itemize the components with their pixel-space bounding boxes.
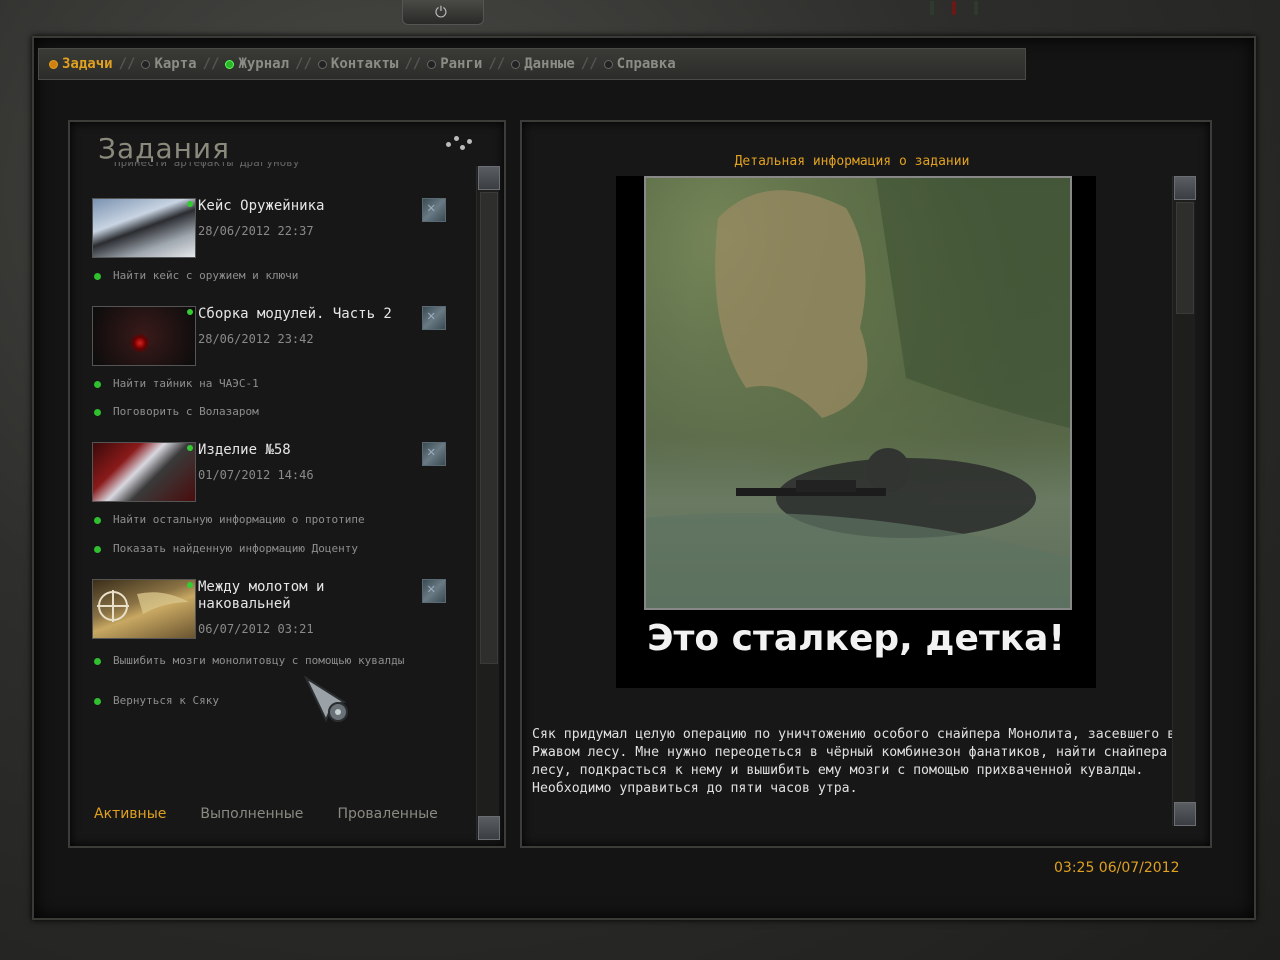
show-on-map-icon[interactable] bbox=[422, 579, 446, 603]
led bbox=[952, 1, 956, 15]
tab-label: Задачи bbox=[62, 56, 113, 72]
monolith-emblem-icon bbox=[97, 590, 189, 622]
tab-bar: Задачи // Карта // Журнал // Контакты // Ран… bbox=[38, 48, 1026, 80]
quest-thumbnail bbox=[92, 442, 196, 502]
objective-bullet-icon bbox=[94, 545, 101, 553]
scroll-up-button[interactable] bbox=[1174, 176, 1196, 200]
quest-list-scrollbar[interactable] bbox=[476, 166, 500, 840]
scroll-down-button[interactable] bbox=[478, 816, 500, 840]
objective: Найти кейс с оружием и ключи bbox=[94, 268, 394, 283]
tab-indicator-icon bbox=[49, 59, 58, 69]
tab-ranks[interactable]: Ранги // bbox=[427, 56, 505, 72]
quest-title: Изделие №58 bbox=[198, 442, 291, 458]
show-on-map-icon[interactable] bbox=[422, 306, 446, 330]
cutoff-quest-text: Принести артефакты Драгунову bbox=[114, 162, 300, 169]
tab-label: Справка bbox=[616, 56, 676, 72]
power-button[interactable]: ⏻ bbox=[402, 0, 484, 25]
objective-bullet-icon bbox=[94, 408, 101, 416]
tab-journal[interactable]: Журнал // bbox=[225, 56, 312, 72]
objective-bullet-icon bbox=[94, 657, 101, 665]
tab-data[interactable]: Данные // bbox=[511, 56, 598, 72]
quest-thumbnail bbox=[92, 579, 196, 639]
tab-separator: // bbox=[488, 56, 506, 72]
objective-bullet-icon bbox=[94, 380, 101, 388]
quest-photo bbox=[644, 176, 1072, 610]
tab-label: Данные bbox=[524, 56, 575, 72]
cursor-icon bbox=[304, 676, 348, 723]
power-icon: ⏻ bbox=[435, 3, 447, 21]
tab-map[interactable]: Карта // bbox=[141, 56, 219, 72]
quest-status-dot bbox=[187, 309, 193, 315]
objective-bullet-icon bbox=[94, 272, 101, 280]
objective: Поговорить с Волазаром bbox=[94, 404, 394, 419]
quest-date: 01/07/2012 14:46 bbox=[198, 468, 314, 482]
quest-date: 28/06/2012 23:42 bbox=[198, 332, 314, 346]
led bbox=[974, 1, 978, 15]
detail-panel: Детальная информация о задании Это сталк… bbox=[520, 120, 1212, 848]
tab-label: Ранги bbox=[440, 56, 483, 72]
quest-filter-tabs: Активные Выполненные Проваленные bbox=[94, 806, 472, 822]
objective-bullet-icon bbox=[94, 697, 101, 705]
objective-bullet-icon bbox=[94, 516, 101, 524]
tab-separator: // bbox=[580, 56, 598, 72]
detail-title: Детальная информация о задании bbox=[734, 154, 970, 169]
tab-label: Журнал bbox=[238, 56, 290, 72]
tab-contacts[interactable]: Контакты // bbox=[317, 56, 422, 72]
quest-thumbnail bbox=[92, 198, 196, 258]
quest-title: Между молотом и наковальней bbox=[198, 579, 325, 612]
sniper-photo-image bbox=[646, 178, 1070, 608]
quest-list: Принести артефакты Драгунову Кейс Оружей… bbox=[90, 160, 460, 780]
scroll-up-button[interactable] bbox=[478, 166, 500, 190]
pda-frame: ⏻ Задачи // Карта // Журнал // Контакты // Р… bbox=[0, 0, 1280, 960]
filter-active-tab[interactable]: Активные bbox=[94, 806, 166, 822]
show-on-map-icon[interactable] bbox=[422, 442, 446, 466]
quest-title: Сборка модулей. Часть 2 bbox=[198, 306, 392, 322]
quest-description: Сяк придумал целую операцию по уничтожен… bbox=[532, 727, 1184, 796]
tab-help[interactable]: Справка bbox=[603, 56, 676, 72]
quest-image: Это сталкер, детка! bbox=[616, 176, 1096, 688]
tab-label: Контакты bbox=[330, 56, 399, 72]
scroll-thumb[interactable] bbox=[1176, 202, 1194, 314]
quest-status-dot bbox=[187, 445, 193, 451]
filter-completed-tab[interactable]: Выполненные bbox=[200, 806, 303, 822]
quest-date: 06/07/2012 03:21 bbox=[198, 622, 314, 636]
tab-indicator-icon bbox=[511, 59, 521, 69]
tab-separator: // bbox=[295, 56, 312, 72]
tab-separator: // bbox=[404, 56, 422, 72]
scroll-down-button[interactable] bbox=[1174, 802, 1196, 826]
pda-clock: 03:25 06/07/2012 bbox=[1054, 860, 1180, 876]
tab-separator: // bbox=[202, 56, 220, 72]
led bbox=[930, 1, 934, 15]
objective: Найти тайник на ЧАЭС-1 bbox=[94, 376, 394, 391]
tab-indicator-icon bbox=[317, 59, 327, 69]
objective: Вышибить мозги монолитовцу с помощью кув… bbox=[94, 653, 413, 668]
objective: Найти остальную информацию о прототипе bbox=[94, 512, 394, 527]
quest-date: 28/06/2012 22:37 bbox=[198, 224, 314, 238]
quest-title: Кейс Оружейника bbox=[198, 198, 325, 214]
tasks-panel: Задания Принести артефакты Драгунову Кей… bbox=[68, 120, 506, 848]
tab-indicator-icon bbox=[141, 59, 151, 69]
quest-thumbnail bbox=[92, 306, 196, 366]
quest-status-dot bbox=[187, 582, 193, 588]
tab-tasks[interactable]: Задачи // bbox=[49, 56, 135, 72]
tab-label: Карта bbox=[154, 56, 197, 72]
dots-icon bbox=[446, 136, 474, 152]
quest-status-dot bbox=[187, 201, 193, 207]
show-on-map-icon[interactable] bbox=[422, 198, 446, 222]
tab-indicator-icon bbox=[603, 59, 613, 69]
objective: Показать найденную информацию Доценту bbox=[94, 541, 394, 556]
image-caption: Это сталкер, детка! bbox=[647, 618, 1065, 659]
tab-indicator-icon bbox=[225, 59, 235, 69]
scroll-thumb[interactable] bbox=[480, 192, 498, 664]
detail-scrollbar[interactable] bbox=[1172, 176, 1196, 826]
tab-separator: // bbox=[118, 56, 136, 72]
filter-failed-tab[interactable]: Проваленные bbox=[337, 806, 437, 822]
status-leds bbox=[930, 0, 1030, 18]
tab-indicator-icon bbox=[427, 59, 437, 69]
